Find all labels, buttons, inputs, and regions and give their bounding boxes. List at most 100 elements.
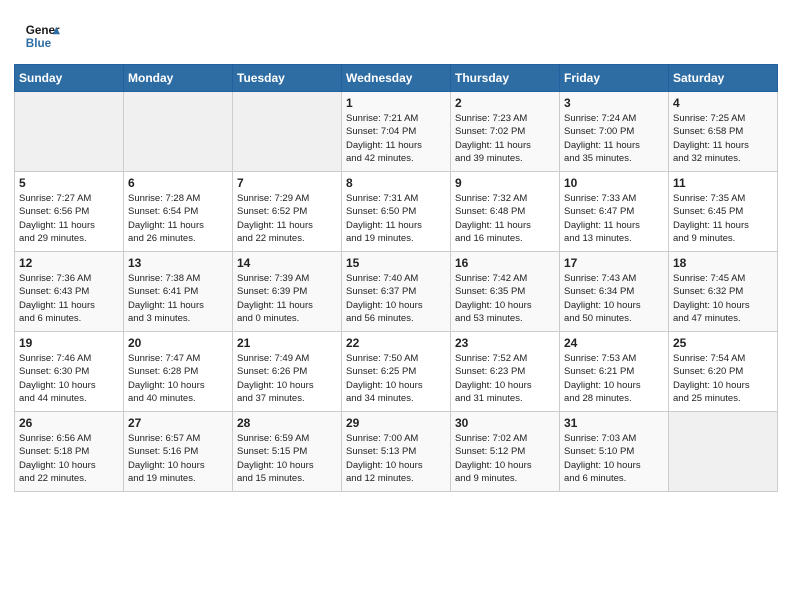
day-number: 14 (237, 256, 337, 270)
weekday-header-cell: Sunday (15, 65, 124, 92)
calendar-week-row: 12 Sunrise: 7:36 AM Sunset: 6:43 PM Dayli… (15, 252, 778, 332)
day-number: 28 (237, 416, 337, 430)
day-number: 7 (237, 176, 337, 190)
logo: General Blue (24, 18, 60, 54)
logo-icon: General Blue (24, 18, 60, 54)
day-info: Sunrise: 7:43 AM Sunset: 6:34 PM Dayligh… (564, 272, 664, 325)
day-info: Sunrise: 6:59 AM Sunset: 5:15 PM Dayligh… (237, 432, 337, 485)
calendar-day-cell: 25 Sunrise: 7:54 AM Sunset: 6:20 PM Dayli… (669, 332, 778, 412)
calendar-week-row: 19 Sunrise: 7:46 AM Sunset: 6:30 PM Dayli… (15, 332, 778, 412)
calendar-wrap: SundayMondayTuesdayWednesdayThursdayFrid… (0, 64, 792, 506)
day-info: Sunrise: 7:42 AM Sunset: 6:35 PM Dayligh… (455, 272, 555, 325)
day-info: Sunrise: 7:28 AM Sunset: 6:54 PM Dayligh… (128, 192, 228, 245)
weekday-header-cell: Wednesday (342, 65, 451, 92)
calendar-day-cell: 1 Sunrise: 7:21 AM Sunset: 7:04 PM Daylig… (342, 92, 451, 172)
day-number: 31 (564, 416, 664, 430)
day-info: Sunrise: 7:33 AM Sunset: 6:47 PM Dayligh… (564, 192, 664, 245)
day-number: 23 (455, 336, 555, 350)
day-info: Sunrise: 7:39 AM Sunset: 6:39 PM Dayligh… (237, 272, 337, 325)
day-number: 4 (673, 96, 773, 110)
day-info: Sunrise: 7:45 AM Sunset: 6:32 PM Dayligh… (673, 272, 773, 325)
calendar-day-cell: 6 Sunrise: 7:28 AM Sunset: 6:54 PM Daylig… (124, 172, 233, 252)
weekday-header-row: SundayMondayTuesdayWednesdayThursdayFrid… (15, 65, 778, 92)
calendar-day-cell: 22 Sunrise: 7:50 AM Sunset: 6:25 PM Dayli… (342, 332, 451, 412)
day-number: 29 (346, 416, 446, 430)
calendar-day-cell: 12 Sunrise: 7:36 AM Sunset: 6:43 PM Dayli… (15, 252, 124, 332)
weekday-header-cell: Friday (560, 65, 669, 92)
day-number: 22 (346, 336, 446, 350)
calendar-day-cell: 8Sunrise: 7:31 AM Sunset: 6:50 PM Daylig… (342, 172, 451, 252)
calendar-day-cell: 10 Sunrise: 7:33 AM Sunset: 6:47 PM Dayli… (560, 172, 669, 252)
day-info: Sunrise: 7:00 AM Sunset: 5:13 PM Dayligh… (346, 432, 446, 485)
day-number: 30 (455, 416, 555, 430)
calendar-day-cell: 16 Sunrise: 7:42 AM Sunset: 6:35 PM Dayli… (451, 252, 560, 332)
calendar-day-cell: 4Sunrise: 7:25 AM Sunset: 6:58 PM Daylig… (669, 92, 778, 172)
day-number: 25 (673, 336, 773, 350)
day-info: Sunrise: 7:21 AM Sunset: 7:04 PM Dayligh… (346, 112, 446, 165)
svg-text:Blue: Blue (26, 37, 52, 50)
calendar-day-cell: 29 Sunrise: 7:00 AM Sunset: 5:13 PM Dayli… (342, 412, 451, 492)
calendar-day-cell: 5 Sunrise: 7:27 AM Sunset: 6:56 PM Daylig… (15, 172, 124, 252)
day-number: 15 (346, 256, 446, 270)
day-info: Sunrise: 7:03 AM Sunset: 5:10 PM Dayligh… (564, 432, 664, 485)
day-info: Sunrise: 7:52 AM Sunset: 6:23 PM Dayligh… (455, 352, 555, 405)
page-header: General Blue (0, 0, 792, 64)
calendar-week-row: 5 Sunrise: 7:27 AM Sunset: 6:56 PM Daylig… (15, 172, 778, 252)
day-info: Sunrise: 7:23 AM Sunset: 7:02 PM Dayligh… (455, 112, 555, 165)
day-number: 6 (128, 176, 228, 190)
day-info: Sunrise: 7:35 AM Sunset: 6:45 PM Dayligh… (673, 192, 773, 245)
day-info: Sunrise: 7:54 AM Sunset: 6:20 PM Dayligh… (673, 352, 773, 405)
day-number: 5 (19, 176, 119, 190)
day-info: Sunrise: 7:53 AM Sunset: 6:21 PM Dayligh… (564, 352, 664, 405)
calendar-day-cell (233, 92, 342, 172)
calendar-body: 1 Sunrise: 7:21 AM Sunset: 7:04 PM Daylig… (15, 92, 778, 492)
day-info: Sunrise: 7:29 AM Sunset: 6:52 PM Dayligh… (237, 192, 337, 245)
day-info: Sunrise: 7:49 AM Sunset: 6:26 PM Dayligh… (237, 352, 337, 405)
day-info: Sunrise: 7:50 AM Sunset: 6:25 PM Dayligh… (346, 352, 446, 405)
calendar-day-cell: 28 Sunrise: 6:59 AM Sunset: 5:15 PM Dayli… (233, 412, 342, 492)
day-number: 1 (346, 96, 446, 110)
day-number: 13 (128, 256, 228, 270)
calendar-day-cell: 14 Sunrise: 7:39 AM Sunset: 6:39 PM Dayli… (233, 252, 342, 332)
calendar-week-row: 26Sunrise: 6:56 AM Sunset: 5:18 PM Dayli… (15, 412, 778, 492)
day-number: 24 (564, 336, 664, 350)
day-info: Sunrise: 7:40 AM Sunset: 6:37 PM Dayligh… (346, 272, 446, 325)
calendar-day-cell: 19 Sunrise: 7:46 AM Sunset: 6:30 PM Dayli… (15, 332, 124, 412)
calendar-day-cell (124, 92, 233, 172)
calendar-day-cell (15, 92, 124, 172)
calendar-day-cell: 18 Sunrise: 7:45 AM Sunset: 6:32 PM Dayli… (669, 252, 778, 332)
calendar-day-cell: 9Sunrise: 7:32 AM Sunset: 6:48 PM Daylig… (451, 172, 560, 252)
calendar-day-cell: 20 Sunrise: 7:47 AM Sunset: 6:28 PM Dayli… (124, 332, 233, 412)
day-number: 18 (673, 256, 773, 270)
calendar-day-cell: 27Sunrise: 6:57 AM Sunset: 5:16 PM Dayli… (124, 412, 233, 492)
calendar-day-cell: 17 Sunrise: 7:43 AM Sunset: 6:34 PM Dayli… (560, 252, 669, 332)
calendar-day-cell: 15 Sunrise: 7:40 AM Sunset: 6:37 PM Dayli… (342, 252, 451, 332)
calendar-day-cell: 30 Sunrise: 7:02 AM Sunset: 5:12 PM Dayli… (451, 412, 560, 492)
day-number: 17 (564, 256, 664, 270)
weekday-header-cell: Tuesday (233, 65, 342, 92)
calendar-week-row: 1 Sunrise: 7:21 AM Sunset: 7:04 PM Daylig… (15, 92, 778, 172)
day-number: 12 (19, 256, 119, 270)
day-info: Sunrise: 7:38 AM Sunset: 6:41 PM Dayligh… (128, 272, 228, 325)
day-number: 20 (128, 336, 228, 350)
day-info: Sunrise: 7:46 AM Sunset: 6:30 PM Dayligh… (19, 352, 119, 405)
day-info: Sunrise: 7:02 AM Sunset: 5:12 PM Dayligh… (455, 432, 555, 485)
day-info: Sunrise: 7:36 AM Sunset: 6:43 PM Dayligh… (19, 272, 119, 325)
day-number: 21 (237, 336, 337, 350)
calendar-day-cell: 23 Sunrise: 7:52 AM Sunset: 6:23 PM Dayli… (451, 332, 560, 412)
day-info: Sunrise: 7:32 AM Sunset: 6:48 PM Dayligh… (455, 192, 555, 245)
day-info: Sunrise: 7:27 AM Sunset: 6:56 PM Dayligh… (19, 192, 119, 245)
day-number: 11 (673, 176, 773, 190)
calendar-day-cell: 2Sunrise: 7:23 AM Sunset: 7:02 PM Daylig… (451, 92, 560, 172)
day-info: Sunrise: 7:47 AM Sunset: 6:28 PM Dayligh… (128, 352, 228, 405)
calendar-day-cell: 31 Sunrise: 7:03 AM Sunset: 5:10 PM Dayli… (560, 412, 669, 492)
day-info: Sunrise: 7:24 AM Sunset: 7:00 PM Dayligh… (564, 112, 664, 165)
day-number: 26 (19, 416, 119, 430)
calendar-day-cell: 24 Sunrise: 7:53 AM Sunset: 6:21 PM Dayli… (560, 332, 669, 412)
calendar-day-cell: 11 Sunrise: 7:35 AM Sunset: 6:45 PM Dayli… (669, 172, 778, 252)
day-number: 19 (19, 336, 119, 350)
day-number: 16 (455, 256, 555, 270)
day-number: 10 (564, 176, 664, 190)
calendar-day-cell (669, 412, 778, 492)
calendar-day-cell: 13 Sunrise: 7:38 AM Sunset: 6:41 PM Dayli… (124, 252, 233, 332)
